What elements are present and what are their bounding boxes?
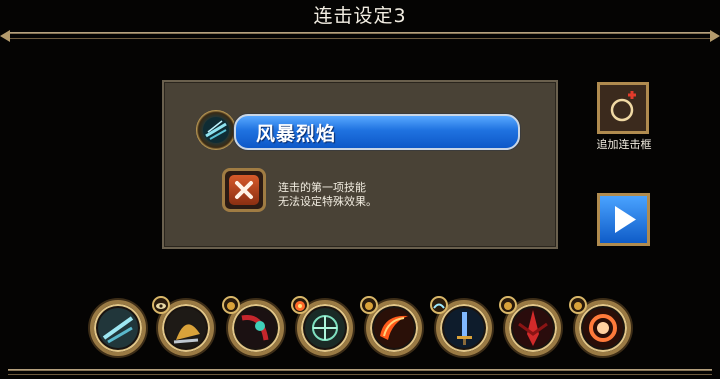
skill-name-bar[interactable]: 风暴烈焰 — [234, 114, 520, 150]
flame-ring-icon — [583, 308, 623, 348]
description-line2: 无法设定特殊效果。 — [278, 195, 377, 208]
close-icon — [235, 181, 253, 199]
blue-sword-icon — [444, 308, 484, 348]
green-aura-icon — [305, 308, 345, 348]
add-circle-icon — [610, 91, 636, 122]
selected-skill-icon[interactable] — [196, 110, 236, 150]
add-combo-label: 追加连击框 — [596, 138, 652, 151]
fire-crescent-icon — [374, 308, 414, 348]
gold-badge-icon — [569, 296, 587, 314]
add-combo-button[interactable] — [597, 82, 649, 134]
red-slash-icon — [236, 308, 276, 348]
gold-badge-icon — [499, 296, 517, 314]
skill-slot-1[interactable] — [90, 300, 146, 356]
combo-panel — [162, 80, 558, 249]
storm-drill-icon — [98, 308, 138, 348]
gold-badge-icon — [360, 296, 378, 314]
wing-badge-icon — [430, 296, 448, 314]
burst-badge-icon — [291, 296, 309, 314]
bottom-frame — [0, 366, 720, 379]
crimson-blade-icon — [513, 308, 553, 348]
play-button[interactable] — [597, 193, 650, 246]
top-frame — [0, 30, 720, 42]
gold-badge-icon — [222, 296, 240, 314]
combo-description: 连击的第一项技能 无法设定特殊效果。 — [278, 181, 377, 209]
skill-name: 风暴烈焰 — [256, 123, 337, 145]
play-icon — [615, 206, 636, 233]
eye-badge-icon — [152, 296, 170, 314]
description-line1: 连击的第一项技能 — [278, 181, 366, 194]
no-effect-button[interactable] — [222, 168, 266, 212]
screen-title: 连击设定3 — [313, 5, 407, 27]
golden-shield-icon — [166, 308, 206, 348]
